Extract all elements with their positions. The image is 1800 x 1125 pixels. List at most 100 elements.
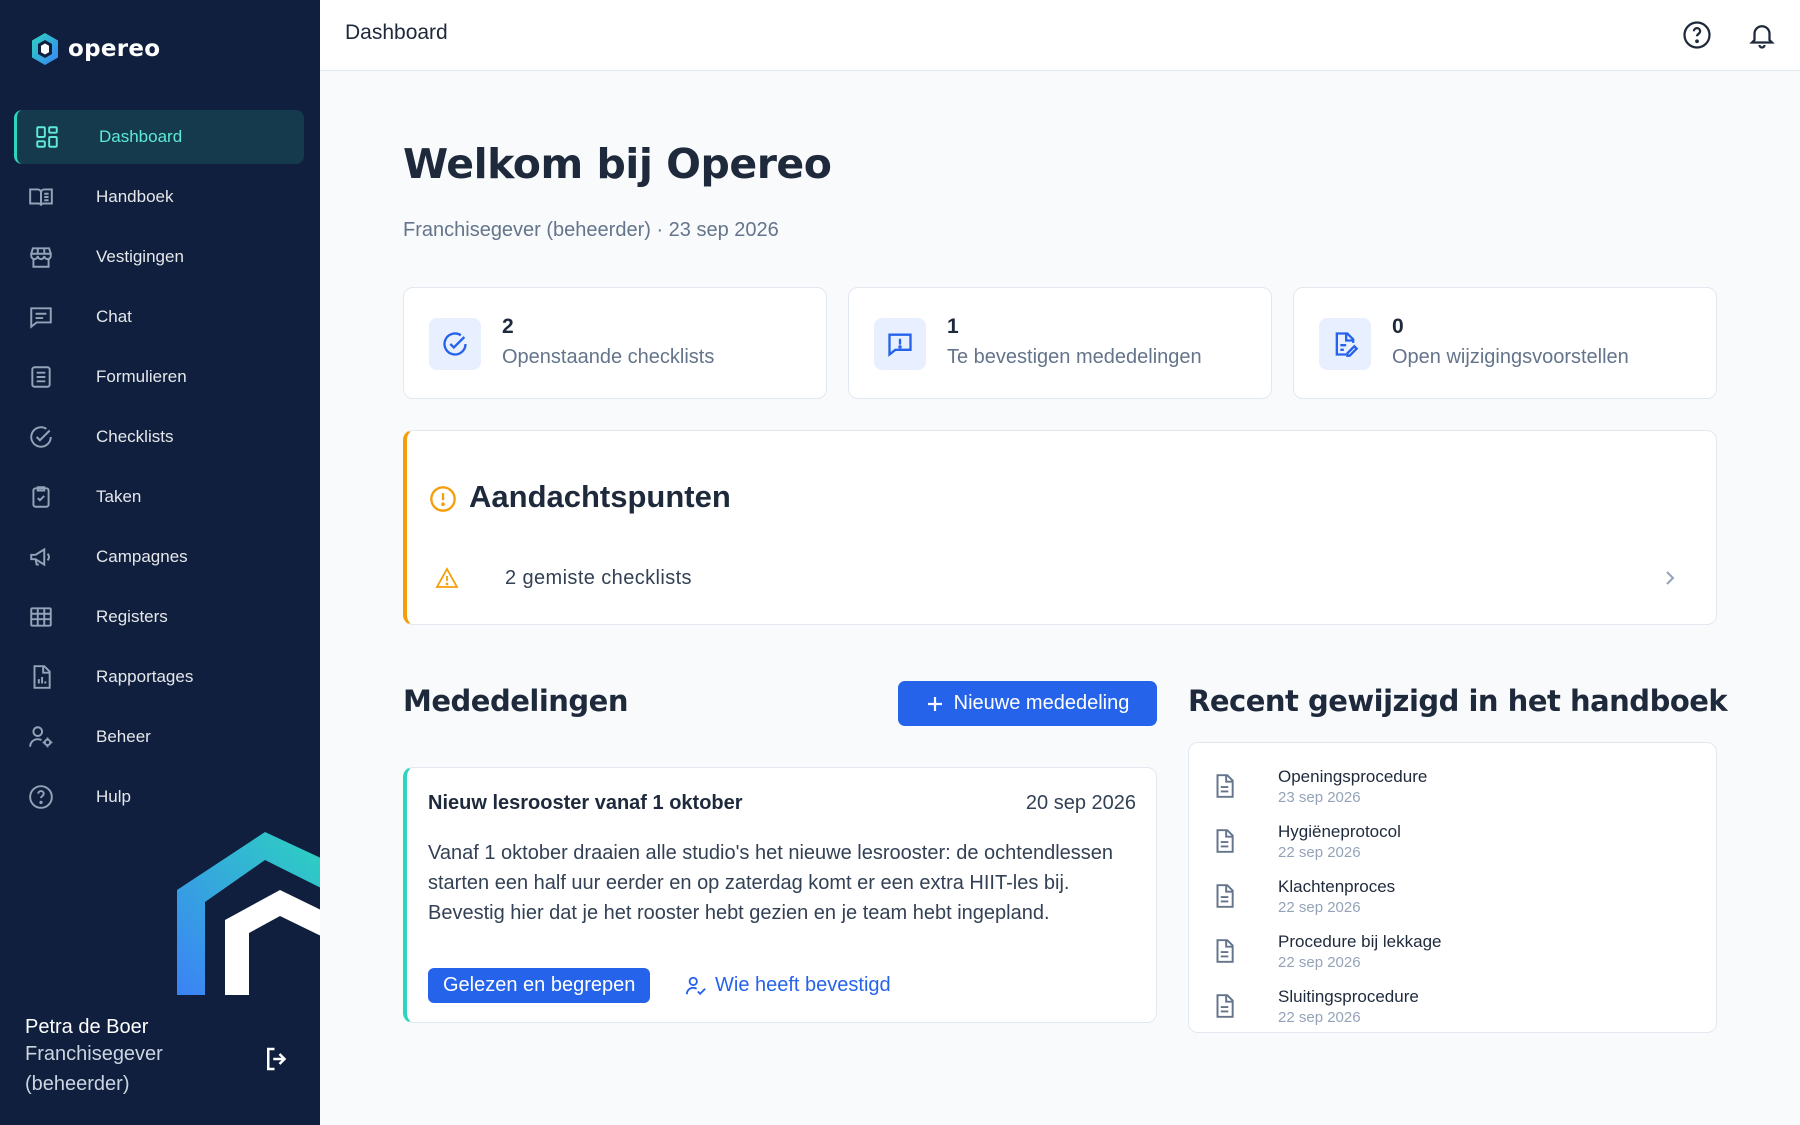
page-title: Dashboard (345, 21, 448, 44)
stat-card-checklists[interactable]: 2 Openstaande checklists (403, 287, 827, 399)
book-icon (26, 182, 56, 212)
stat-value: 0 (1392, 315, 1404, 338)
sidebar-item-hulp[interactable]: Hulp (14, 770, 304, 824)
list-item[interactable]: Procedure bij lekkage 22 sep 2026 (1189, 923, 1716, 978)
recent-item-title: Procedure bij lekkage (1278, 932, 1442, 951)
help-icon (26, 782, 56, 812)
stat-card-announcements[interactable]: 1 Te bevestigen mededelingen (848, 287, 1272, 399)
stat-label: Te bevestigen mededelingen (947, 346, 1202, 368)
form-icon (26, 362, 56, 392)
new-announcement-label: Nieuwe mededeling (953, 692, 1130, 714)
megaphone-icon (26, 542, 56, 572)
sidebar-item-label: Campagnes (96, 547, 188, 566)
app-name: opereo (68, 36, 161, 62)
sidebar-item-label: Rapportages (96, 667, 194, 686)
sidebar-item-label: Taken (96, 487, 142, 506)
document-icon (1211, 827, 1237, 860)
clipboard-check-icon (26, 482, 56, 512)
welcome-subtitle: Franchisegever (beheerder) · 23 sep 2026 (403, 219, 779, 241)
sidebar-item-checklists[interactable]: Checklists (14, 410, 304, 464)
recent-changes-title: Recent gewijzigd in het handboek (1188, 684, 1728, 718)
check-circle-icon (26, 422, 56, 452)
document-icon (1211, 992, 1237, 1025)
recent-item-date: 22 sep 2026 (1278, 844, 1361, 861)
sidebar-item-dashboard[interactable]: Dashboard (14, 110, 304, 164)
user-profile: Petra de Boer Franchisegever (beheerder) (25, 1016, 295, 1099)
sidebar-item-campagnes[interactable]: Campagnes (14, 530, 304, 584)
new-announcement-button[interactable]: Nieuwe mededeling (898, 681, 1157, 726)
sidebar-item-vestigingen[interactable]: Vestigingen (14, 230, 304, 284)
user-gear-icon (26, 722, 56, 752)
sidebar-item-label: Dashboard (99, 127, 183, 146)
document-icon (1211, 772, 1237, 805)
alert-circle-icon (429, 485, 457, 518)
sidebar-item-label: Vestigingen (96, 247, 184, 266)
logout-icon (267, 1047, 287, 1071)
confirm-read-button[interactable]: Gelezen en begrepen (428, 968, 651, 1003)
list-item[interactable]: Openingsprocedure 23 sep 2026 (1189, 758, 1716, 813)
recent-item-date: 22 sep 2026 (1278, 954, 1361, 971)
sidebar-item-handboek[interactable]: Handboek (14, 170, 304, 224)
recent-item-title: Klachtenproces (1278, 877, 1396, 896)
stat-value: 1 (947, 315, 959, 338)
app-logo[interactable]: opereo (30, 32, 160, 66)
recent-changes-list: Openingsprocedure 23 sep 2026 Hygiënepro… (1188, 742, 1717, 1033)
attention-item-text: 2 gemiste checklists (505, 567, 692, 589)
sidebar-item-label: Formulieren (96, 367, 187, 386)
chat-icon (26, 302, 56, 332)
who-confirmed-link[interactable]: Wie heeft bevestigd (685, 974, 891, 997)
recent-item-title: Sluitingsprocedure (1278, 987, 1419, 1006)
warning-triangle-icon (435, 567, 459, 594)
sidebar-item-taken[interactable]: Taken (14, 470, 304, 524)
sidebar: opereo Dashboard Handboek Vestigingen Ch… (0, 0, 320, 1125)
attention-item[interactable]: 2 gemiste checklists (407, 553, 1717, 603)
announcement-date: 20 sep 2026 (1025, 792, 1136, 814)
attention-panel: Aandachtspunten 2 gemiste checklists (403, 430, 1717, 625)
logout-button[interactable] (262, 1044, 292, 1079)
announcements-title: Mededelingen (403, 684, 628, 718)
opereo-logo-icon (32, 33, 58, 65)
decorative-house-shape (175, 830, 320, 1000)
user-role: Franchisegever (beheerder) (25, 1043, 163, 1095)
sidebar-item-formulieren[interactable]: Formulieren (14, 350, 304, 404)
stat-label: Openstaande checklists (502, 346, 715, 368)
recent-item-date: 22 sep 2026 (1278, 899, 1361, 916)
user-check-icon (685, 976, 706, 995)
recent-item-date: 23 sep 2026 (1278, 789, 1361, 806)
list-item[interactable]: Klachtenproces 22 sep 2026 (1189, 868, 1716, 923)
user-name: Petra de Boer (25, 1016, 149, 1038)
recent-item-title: Hygiëneprotocol (1278, 822, 1401, 841)
sidebar-item-label: Registers (96, 607, 168, 626)
announcement-title: Nieuw lesrooster vanaf 1 oktober (428, 792, 743, 814)
stat-card-change-proposals[interactable]: 0 Open wijzigingsvoorstellen (1293, 287, 1717, 399)
list-item[interactable]: Hygiëneprotocol 22 sep 2026 (1189, 813, 1716, 868)
help-icon (1683, 21, 1711, 49)
sidebar-item-rapportages[interactable]: Rapportages (14, 650, 304, 704)
table-icon (26, 602, 56, 632)
welcome-heading: Welkom bij Opereo (403, 140, 832, 188)
dashboard-icon (32, 122, 62, 152)
document-edit-icon (1319, 318, 1371, 370)
document-icon (1211, 882, 1237, 915)
sidebar-item-label: Hulp (96, 787, 131, 806)
sidebar-nav: Dashboard Handboek Vestigingen Chat Form… (14, 110, 304, 830)
check-circle-icon (429, 318, 481, 370)
notifications-button[interactable] (1747, 20, 1777, 55)
sidebar-item-beheer[interactable]: Beheer (14, 710, 304, 764)
announcement-body: Vanaf 1 oktober draaien alle studio's he… (428, 842, 1113, 924)
sidebar-item-label: Beheer (96, 727, 151, 746)
sidebar-item-registers[interactable]: Registers (14, 590, 304, 644)
sidebar-item-label: Checklists (96, 427, 174, 446)
store-icon (26, 242, 56, 272)
list-item[interactable]: Sluitingsprocedure 22 sep 2026 (1189, 978, 1716, 1033)
recent-item-date: 22 sep 2026 (1278, 1009, 1361, 1026)
chevron-right-icon (1663, 569, 1677, 592)
help-button[interactable] (1682, 20, 1712, 55)
sidebar-item-label: Chat (96, 307, 132, 326)
plus-icon (927, 696, 942, 711)
stat-value: 2 (502, 315, 514, 338)
recent-item-title: Openingsprocedure (1278, 767, 1428, 786)
sidebar-item-chat[interactable]: Chat (14, 290, 304, 344)
sidebar-item-label: Handboek (96, 187, 174, 206)
who-confirmed-label: Wie heeft bevestigd (715, 974, 891, 996)
